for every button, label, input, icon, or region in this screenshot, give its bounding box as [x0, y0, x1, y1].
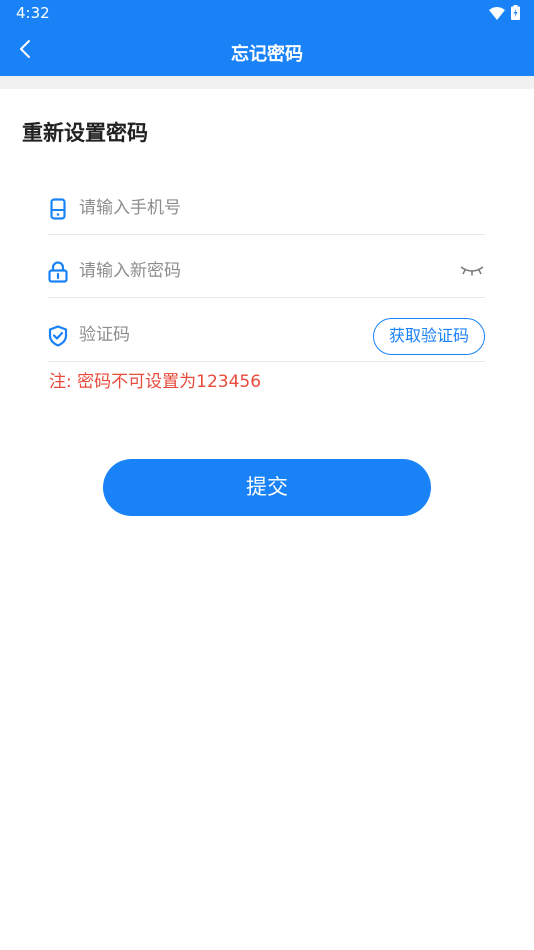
phone-icon	[48, 198, 68, 220]
status-time: 4:32	[16, 4, 50, 22]
page-title: 忘记密码	[231, 44, 303, 65]
verification-code-input[interactable]	[79, 321, 329, 349]
password-note: 注: 密码不可设置为123456	[49, 372, 262, 392]
app-bar: 忘记密码	[0, 26, 534, 76]
lock-icon	[48, 261, 68, 283]
battery-icon	[511, 5, 520, 24]
phone-row	[48, 178, 485, 235]
phone-input[interactable]	[79, 194, 399, 222]
get-code-button[interactable]: 获取验证码	[373, 318, 485, 355]
wifi-icon	[489, 5, 505, 24]
status-icons	[489, 5, 520, 24]
shield-check-icon	[48, 325, 68, 347]
new-password-input[interactable]	[79, 257, 399, 285]
section-title: 重新设置密码	[22, 121, 148, 145]
code-row: 获取验证码	[48, 305, 485, 362]
password-row	[48, 241, 485, 298]
divider-strip	[0, 76, 534, 89]
status-bar: 4:32	[0, 0, 534, 26]
eye-closed-icon[interactable]	[459, 263, 485, 279]
submit-button[interactable]: 提交	[103, 459, 431, 516]
